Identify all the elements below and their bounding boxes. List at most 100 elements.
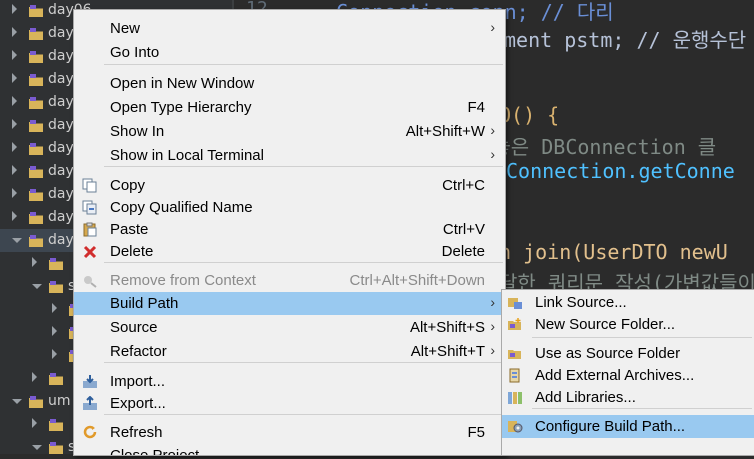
menu-item-shortcut: F5 [467,424,485,441]
tree-row-label: um [48,393,71,409]
tree-row-label: day [48,71,74,87]
menu-item-label: Add External Archives... [535,367,695,384]
menu-item-label: Configure Build Path... [535,418,686,435]
menu-item-shortcut: Alt+Shift+S [409,319,485,336]
submenu-chevron-icon: › [490,122,495,138]
tree-row-label: day [48,209,74,225]
link-source-icon [507,295,523,310]
collapse-arrow-icon[interactable] [12,142,17,152]
project-folder-icon [28,164,44,178]
menu-item-label: Open Type Hierarchy [110,99,252,116]
submenu-item-configure-build-path[interactable]: Configure Build Path... [502,415,754,438]
menu-item-label: Import... [110,373,166,390]
code-line: Connection.getConne [506,159,735,183]
paste-icon [82,222,98,237]
menu-item-label: Open in New Window [110,75,255,92]
collapse-arrow-icon[interactable] [32,257,37,267]
menu-item-export[interactable]: Export... [74,392,505,415]
submenu-chevron-icon: › [490,342,495,358]
collapse-arrow-icon[interactable] [52,303,57,313]
collapse-arrow-icon[interactable] [12,50,17,60]
context-menu: New › Go Into Open in New Window Open Type H… [73,9,506,456]
menu-item-show-in[interactable]: Show In Alt+Shift+W › [74,120,505,143]
menu-item-label: Close Project [110,447,200,456]
collapse-arrow-icon[interactable] [12,165,17,175]
submenu-item-link-source[interactable]: Link Source... [502,291,754,314]
project-folder-icon [28,118,44,132]
submenu-item-add-libraries[interactable]: Add Libraries... [502,386,754,409]
menu-item-label: Delete [110,243,154,260]
menu-item-label: New [110,20,141,37]
project-folder-icon [28,26,44,40]
menu-item-label: Link Source... [535,294,627,311]
menu-item-refresh[interactable]: Refresh F5 [74,421,505,444]
menu-item-refactor[interactable]: Refactor Alt+Shift+T › [74,340,505,363]
collapse-arrow-icon[interactable] [12,188,17,198]
collapse-arrow-icon[interactable] [32,372,37,382]
menu-item-copy-qualified-name[interactable]: Copy Qualified Name [74,196,505,219]
collapse-arrow-icon[interactable] [12,4,17,14]
menu-item-label: Add Libraries... [535,389,636,406]
export-icon [82,395,98,411]
submenu-item-add-external-archives[interactable]: Add External Archives... [502,364,754,387]
build-path-submenu: Link Source... New Source Folder... Use as… [501,289,754,456]
add-archives-icon [507,368,523,383]
menu-separator [104,64,503,65]
collapse-arrow-icon[interactable] [32,418,37,428]
menu-item-open-type-hierarchy[interactable]: Open Type Hierarchy F4 [74,96,505,119]
collapse-arrow-icon[interactable] [12,119,17,129]
menu-item-label: Refactor [110,343,167,360]
collapse-arrow-icon[interactable] [12,73,17,83]
tree-row-label: day [48,48,74,64]
menu-item-label: Build Path [110,295,179,312]
project-folder-icon [28,49,44,63]
menu-item-shortcut: Ctrl+V [442,221,485,238]
use-source-folder-icon [507,346,523,361]
menu-item-label: Show in Local Terminal [110,147,264,164]
collapse-arrow-icon[interactable] [12,27,17,37]
menu-item-label: Source [110,319,158,336]
tree-row-label: day [48,186,74,202]
tree-row-label: day [48,140,74,156]
tree-row-label: day [48,25,74,41]
menu-item-delete[interactable]: Delete Delete [74,240,505,263]
tree-row-label: day [48,163,74,179]
expand-arrow-icon[interactable] [12,399,22,404]
collapse-arrow-icon[interactable] [12,96,17,106]
submenu-item-use-as-source-folder[interactable]: Use as Source Folder [502,342,754,365]
menu-item-new[interactable]: New › [74,17,505,40]
menu-separator [532,337,752,338]
menu-item-copy[interactable]: Copy Ctrl+C [74,174,505,197]
project-folder-icon [28,141,44,155]
submenu-chevron-icon: › [490,318,495,334]
collapse-arrow-icon[interactable] [12,211,17,221]
expand-arrow-icon[interactable] [12,238,22,243]
menu-item-paste[interactable]: Paste Ctrl+V [74,218,505,241]
menu-item-import[interactable]: Import... [74,370,505,393]
remove-context-icon [82,273,98,288]
menu-item-close-project[interactable]: Close Project [74,444,505,456]
copy-icon [82,178,98,193]
menu-item-label: Paste [110,221,149,238]
project-folder-icon [28,394,44,408]
menu-item-shortcut: Delete [441,243,485,260]
expand-arrow-icon[interactable] [32,445,42,450]
new-source-folder-icon [507,317,523,332]
menu-item-open-in-new-window[interactable]: Open in New Window [74,72,505,95]
submenu-item-new-source-folder[interactable]: New Source Folder... [502,313,754,336]
menu-item-build-path[interactable]: Build Path › [74,292,505,315]
submenu-chevron-icon: › [490,294,495,310]
menu-item-show-in-local-terminal[interactable]: Show in Local Terminal › [74,144,505,167]
copy-qualified-icon [82,200,98,215]
menu-item-shortcut: F4 [467,99,485,116]
collapse-arrow-icon[interactable] [52,326,57,336]
project-folder-icon [48,279,64,293]
tree-row-label: day [48,232,74,248]
add-libraries-icon [507,390,523,405]
menu-item-go-into[interactable]: Go Into [74,41,505,64]
menu-item-source[interactable]: Source Alt+Shift+S › [74,316,505,339]
submenu-chevron-icon: › [490,146,495,162]
menu-item-shortcut: Ctrl+Alt+Shift+Down [349,272,485,289]
expand-arrow-icon[interactable] [32,284,42,289]
collapse-arrow-icon[interactable] [52,349,57,359]
